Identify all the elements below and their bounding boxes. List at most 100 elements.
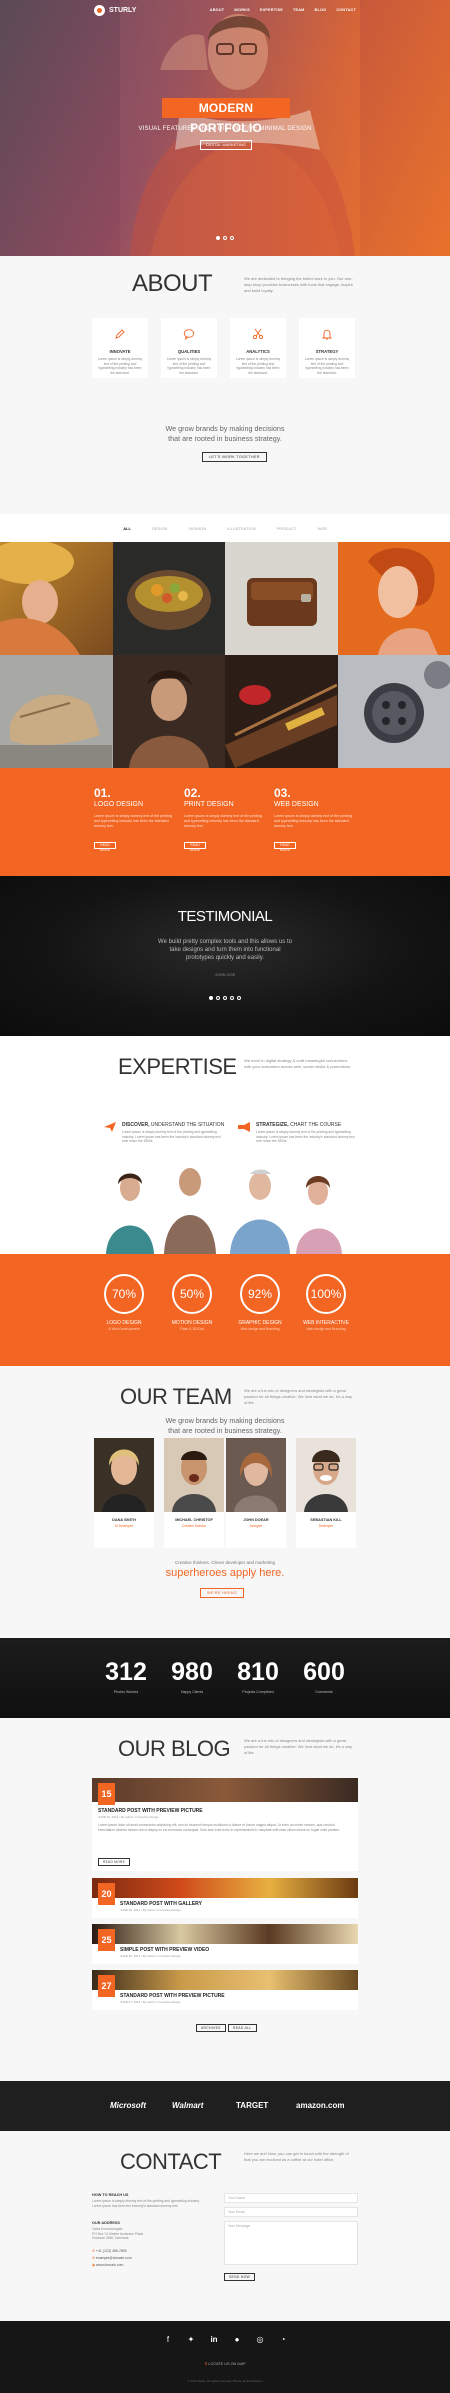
slider-dot[interactable] [216, 236, 220, 240]
filter-design[interactable]: DESIGN [152, 526, 167, 531]
post-title[interactable]: STANDARD POST WITH GALLERY [120, 1901, 358, 1907]
portfolio-item[interactable] [0, 542, 113, 655]
portfolio-item[interactable] [113, 655, 226, 768]
client-logo-amazon: amazon.com [296, 2101, 344, 2110]
archives-button[interactable]: ARCHIVES [196, 2024, 226, 2032]
send-button[interactable]: SEND NOW [224, 2273, 255, 2281]
nav-item-about[interactable]: ABOUT [210, 8, 225, 12]
skill-label: LOGO DESIGN [92, 1320, 156, 1326]
blog-post[interactable]: 20 STANDARD POST WITH GALLERY JUNE 20, 2… [92, 1878, 358, 1918]
email-text[interactable]: example@domain.com [96, 2256, 132, 2260]
post-date: 20 [98, 1883, 115, 1905]
nav-item-works[interactable]: WORKS [234, 8, 250, 12]
about-title: ABOUT [132, 270, 212, 298]
team-member-card[interactable]: DANA SMITHUI Developer [94, 1438, 154, 1548]
slider-dot[interactable] [216, 996, 220, 1000]
blog-post[interactable]: 27 STANDARD POST WITH PREVIEW PICTURE JU… [92, 1970, 358, 2010]
slider-dot[interactable] [230, 996, 234, 1000]
slider-dot[interactable] [237, 996, 241, 1000]
read-more-button[interactable]: READ MORE [184, 842, 206, 849]
quote-line: that are rooted in business strategy. [0, 1426, 450, 1436]
nav-item-blog[interactable]: BLOG [315, 8, 327, 12]
post-title[interactable]: STANDARD POST WITH PREVIEW PICTURE [120, 1993, 358, 1999]
read-more-button[interactable]: READ MORE [274, 842, 296, 849]
nav-item-expertise[interactable]: EXPERTISE [260, 8, 283, 12]
portfolio-item[interactable] [0, 655, 113, 768]
blog-title: OUR BLOG [118, 1736, 230, 1762]
counter-label: Photos Worked [96, 1690, 156, 1694]
email-field[interactable]: Your Email [224, 2207, 358, 2217]
about-intro: We are dedicated to bringing the better … [244, 276, 354, 294]
read-more-button[interactable]: READ MORE [98, 1858, 130, 1866]
linkedin-icon[interactable]: in [209, 2335, 219, 2345]
filter-all[interactable]: ALL [123, 526, 131, 531]
filter-fashion[interactable]: FASHION [189, 526, 207, 531]
team-member-card[interactable]: SEBASTIAN KILLDeveloper [296, 1438, 356, 1548]
portfolio-image [0, 542, 112, 655]
read-more-button[interactable]: READ MORE [94, 842, 116, 849]
portfolio-item[interactable] [225, 542, 338, 655]
blog-post[interactable]: 15 STANDARD POST WITH PREVIEW PICTURE JU… [92, 1778, 358, 1871]
expertise-item-text: Lorem ipsum is simply dummy text of the … [256, 1130, 356, 1144]
work-together-button[interactable]: LET'S WORK TOGETHER [202, 452, 267, 462]
team-member-card[interactable]: MICHAEL CHRISTOFCreative Director [164, 1438, 224, 1548]
filter-product[interactable]: PRODUCT [277, 526, 297, 531]
counter-photos: 312 [96, 1658, 156, 1687]
flickr-icon[interactable]: ● [232, 2335, 242, 2345]
blog-post[interactable]: 25 SIMPLE POST WITH PREVIEW VIDEO JUNE 2… [92, 1924, 358, 1964]
read-all-button[interactable]: READ ALL [228, 2024, 257, 2032]
logo-icon [94, 5, 105, 16]
portfolio-item[interactable] [113, 542, 226, 655]
counters-section: 312 Photos Worked 980 Happy Clients 810 … [0, 1638, 450, 1718]
portfolio-image [338, 655, 450, 768]
rss-icon[interactable]: ◔ [278, 2335, 288, 2345]
name-field[interactable]: Your Name [224, 2193, 358, 2203]
portfolio-item[interactable] [225, 655, 338, 768]
counter-label: Comments [294, 1690, 354, 1694]
facebook-icon[interactable]: f [163, 2335, 173, 2345]
scissors-icon [252, 328, 264, 340]
address-line: Hvidovre 2650, Denmark [92, 2236, 143, 2241]
pencil-icon [114, 328, 126, 340]
skill-label: GRAPHIC DESIGN [228, 1320, 292, 1326]
filter-web[interactable]: WEB [318, 526, 327, 531]
nav-item-team[interactable]: TEAM [293, 8, 305, 12]
nav-item-contact[interactable]: CONTACT [336, 8, 356, 12]
expertise-section: EXPERTISE We excel in digital strategy &… [0, 1036, 450, 1254]
twitter-icon[interactable]: ✦ [186, 2335, 196, 2345]
portfolio-grid [0, 542, 450, 768]
filter-illustration[interactable]: ILLUSTRATION [227, 526, 255, 531]
paper-plane-icon [104, 1122, 116, 1132]
about-section: ABOUT We are dedicated to bringing the b… [0, 256, 450, 514]
services-section: 01. LOGO DESIGN Lorem ipsum is simply du… [0, 768, 450, 876]
feature-strategy: STRATEGY Lorem ipsum is simply dummy tex… [299, 318, 355, 378]
reach-us-text: Lorem ipsum is simply dummy text of the … [92, 2199, 202, 2208]
slider-dot[interactable] [223, 996, 227, 1000]
slider-dot[interactable] [223, 236, 227, 240]
service-text: Lorem ipsum is simply dummy text of the … [274, 814, 356, 829]
member-photo [226, 1438, 286, 1512]
web-text[interactable]: www.domain.com [96, 2263, 123, 2267]
hero-button[interactable]: DIGITAL MARKETING [200, 140, 252, 150]
slider-dot[interactable] [230, 236, 234, 240]
service-number: 03. [274, 786, 356, 800]
skill-circle-motion: 50% [172, 1274, 212, 1314]
member-name: MICHAEL CHRISTOF [164, 1518, 224, 1522]
post-meta: JUNE 15, 2014 / By admin in Creative Des… [98, 1815, 358, 1819]
brand-logo[interactable]: STURLY [94, 5, 136, 16]
dribbble-icon[interactable]: ◎ [255, 2335, 265, 2345]
client-logo-walmart: Walmart [172, 2101, 203, 2110]
portfolio-image [225, 542, 337, 655]
service-title: PRINT DESIGN [184, 801, 266, 808]
feature-title: STRATEGY [299, 349, 355, 354]
post-title[interactable]: SIMPLE POST WITH PREVIEW VIDEO [120, 1947, 358, 1953]
member-photo [164, 1438, 224, 1512]
hiring-button[interactable]: WE'RE HIRING [200, 1588, 244, 1598]
portfolio-item[interactable] [338, 542, 450, 655]
team-member-card[interactable]: JOHN DOEARDesigner [226, 1438, 286, 1548]
portfolio-item[interactable] [338, 655, 450, 768]
message-field[interactable]: Your Message [224, 2221, 358, 2265]
map-link[interactable]: ⚲ LOCATE US ON MAP [0, 2361, 450, 2366]
post-title[interactable]: STANDARD POST WITH PREVIEW PICTURE [98, 1808, 358, 1814]
slider-dot[interactable] [209, 996, 213, 1000]
